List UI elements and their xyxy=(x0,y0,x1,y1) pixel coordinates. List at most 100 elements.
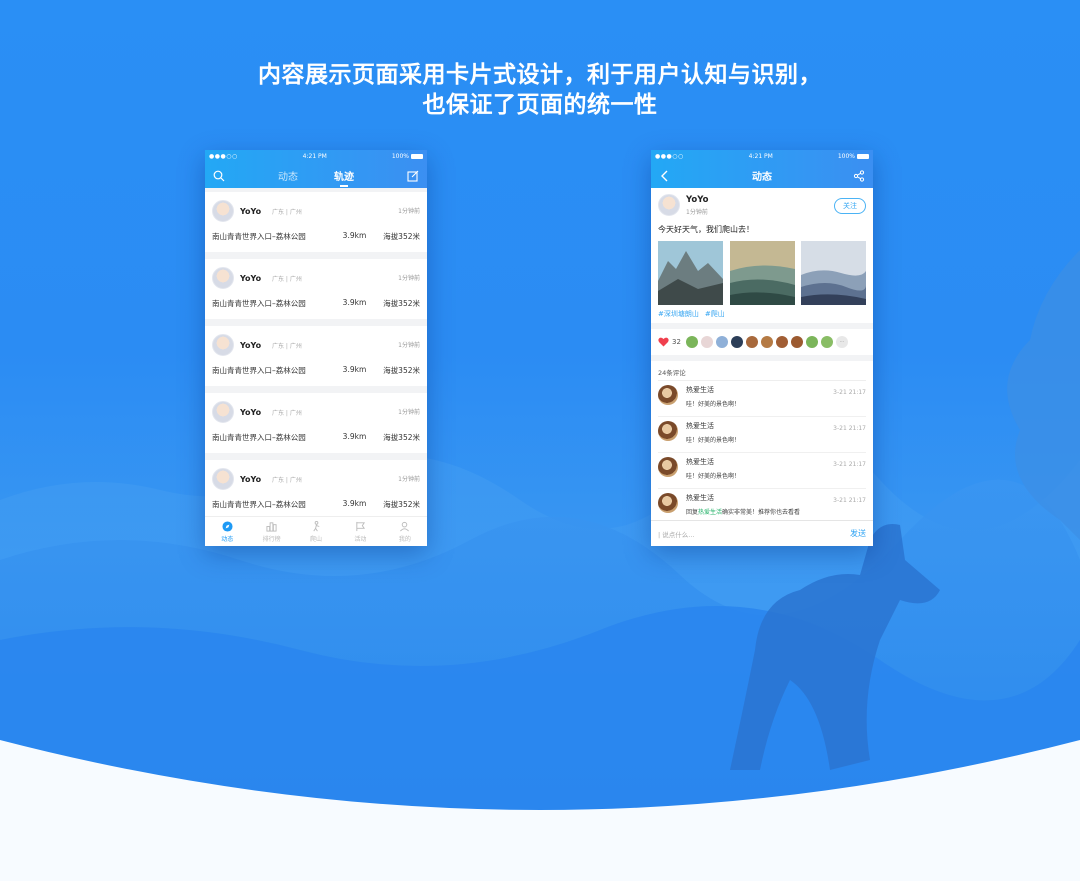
altitude: 海拔352米 xyxy=(383,299,420,308)
liker-avatar[interactable] xyxy=(820,336,833,348)
photo-mountain-1[interactable] xyxy=(658,241,723,305)
avatar[interactable] xyxy=(658,194,680,216)
hiker-icon xyxy=(312,520,319,531)
signal-indicator: ●●●○○ xyxy=(209,153,238,160)
tabbar-label: 爬山 xyxy=(310,535,323,543)
liker-avatar[interactable] xyxy=(730,336,743,348)
follow-button[interactable]: 关注 xyxy=(834,198,866,214)
avatar[interactable] xyxy=(212,267,234,289)
route-name: 南山青青世界入口–荔林公园 xyxy=(212,500,306,509)
status-time: 4:21 PM xyxy=(302,153,327,160)
post-text: 今天好天气，我们爬山去！ xyxy=(658,225,754,234)
send-button[interactable]: 发送 xyxy=(850,528,866,539)
liker-avatar[interactable] xyxy=(775,336,788,348)
page-title: 动态 xyxy=(752,172,772,183)
tabbar-label: 排行榜 xyxy=(262,535,281,543)
comment-count: 24条评论 xyxy=(658,361,866,381)
liker-avatar[interactable] xyxy=(685,336,698,348)
distance: 3.9km xyxy=(342,365,367,374)
liker-avatar[interactable] xyxy=(745,336,758,348)
photo-mountain-3[interactable] xyxy=(801,241,866,305)
tabbar-item-ranking[interactable]: 排行榜 xyxy=(249,517,293,546)
liker-avatar[interactable] xyxy=(760,336,773,348)
comment-date: 3-21 21:17 xyxy=(833,497,866,504)
photo-mountain-2[interactable] xyxy=(729,241,795,305)
tabbar-item-mine[interactable]: 我的 xyxy=(383,517,427,546)
user-name: YoYo xyxy=(686,194,709,205)
commenter-name: 热爱生活 xyxy=(686,422,714,430)
like-count: 32 xyxy=(672,338,681,346)
likes-row: 32 ··· xyxy=(651,329,873,355)
comment-date: 3-21 21:17 xyxy=(833,389,866,396)
comment-item[interactable]: 热爱生活哇！好美的景色啊！ 3-21 21:17 xyxy=(658,417,866,453)
avatar[interactable] xyxy=(658,493,678,513)
status-bar: ●●●○○ 4:21 PM 100% xyxy=(205,150,427,163)
commenter-name: 热爱生活 xyxy=(686,386,714,394)
avatar[interactable] xyxy=(212,334,234,356)
comment-input-bar: | 说点什么... 发送 xyxy=(651,520,873,546)
route-name: 南山青青世界入口–荔林公园 xyxy=(212,433,306,442)
location: 广东 | 广州 xyxy=(272,476,302,484)
comment-date: 3-21 21:17 xyxy=(833,425,866,432)
battery-percent: 100% xyxy=(391,153,409,160)
tab-track[interactable]: 轨迹 xyxy=(334,168,354,187)
tab-dynamic[interactable]: 动态 xyxy=(278,168,298,183)
flag-icon xyxy=(356,521,365,531)
battery-percent: 100% xyxy=(837,153,855,160)
back-icon[interactable] xyxy=(658,169,672,183)
search-icon[interactable] xyxy=(212,169,226,183)
heart-icon[interactable] xyxy=(658,337,669,347)
liker-avatar[interactable] xyxy=(805,336,818,348)
feed-card[interactable]: YoYo 广东 | 广州 1分钟前 南山青青世界入口–荔林公园 3.9km 海拔352… xyxy=(205,326,427,386)
comment-text: 哇！好美的景色啊！ xyxy=(686,437,741,444)
user-name: YoYo xyxy=(240,407,262,417)
tag[interactable]: #深圳塘朗山 xyxy=(658,309,699,319)
post-time: 1分钟前 xyxy=(398,476,420,483)
route-name: 南山青青世界入口–荔林公园 xyxy=(212,299,306,308)
user-name: YoYo xyxy=(240,340,262,350)
reply-mention[interactable]: 热爱生活 xyxy=(698,509,722,516)
tabbar-item-climb[interactable]: 爬山 xyxy=(294,517,338,546)
edit-icon[interactable] xyxy=(406,169,420,183)
status-bar: ●●●○○ 4:21 PM 100% xyxy=(651,150,873,163)
user-name: YoYo xyxy=(240,206,262,216)
ranking-icon xyxy=(266,521,277,532)
feed-card[interactable]: YoYo 广东 | 广州 1分钟前 南山青青世界入口–荔林公园 3.9km 海拔352… xyxy=(205,393,427,453)
post-time: 1分钟前 xyxy=(686,208,708,216)
liker-avatar[interactable] xyxy=(715,336,728,348)
liker-avatar[interactable] xyxy=(790,336,803,348)
tag[interactable]: #爬山 xyxy=(705,309,725,319)
mountain-background xyxy=(0,250,1080,881)
post-time: 1分钟前 xyxy=(398,342,420,349)
feed-card[interactable]: YoYo 广东 | 广州 1分钟前 南山青青世界入口–荔林公园 3.9km 海拔352… xyxy=(205,259,427,319)
tabbar-item-dynamic[interactable]: 动态 xyxy=(205,517,249,546)
altitude: 海拔352米 xyxy=(383,500,420,509)
headline-line-2: 也保证了页面的统一性 xyxy=(422,92,658,118)
headline: 内容展示页面采用卡片式设计，利于用户认知与识别， 也保证了页面的统一性 xyxy=(0,60,1080,120)
more-likers-button[interactable]: ··· xyxy=(835,336,848,348)
location: 广东 | 广州 xyxy=(272,208,302,216)
feed-card[interactable]: YoYo 广东 | 广州 1分钟前 南山青青世界入口–荔林公园 3.9km 海拔352… xyxy=(205,192,427,252)
comment-date: 3-21 21:17 xyxy=(833,461,866,468)
reply-prefix: 回复 xyxy=(686,509,699,516)
feed-card[interactable]: YoYo 广东 | 广州 1分钟前 南山青青世界入口–荔林公园 3.9km 海拔352… xyxy=(205,460,427,520)
comment-input[interactable]: | 说点什么... xyxy=(658,529,694,539)
post-time: 1分钟前 xyxy=(398,208,420,215)
user-name: YoYo xyxy=(240,273,262,283)
tabbar-item-activity[interactable]: 活动 xyxy=(338,517,382,546)
liker-avatar[interactable] xyxy=(700,336,713,348)
battery-indicator: 100% xyxy=(838,153,869,160)
comment-item[interactable]: 热爱生活 哇！好美的景色啊！ 3-21 21:17 xyxy=(658,381,866,417)
avatar[interactable] xyxy=(658,457,678,477)
comment-item[interactable]: 热爱生活 哇！好美的景色啊！ 3-21 21:17 xyxy=(658,453,866,489)
distance: 3.9km xyxy=(342,231,367,240)
avatar[interactable] xyxy=(212,200,234,222)
feed-list: YoYo 广东 | 广州 1分钟前 南山青青世界入口–荔林公园 3.9km 海拔352… xyxy=(205,188,427,520)
avatar[interactable] xyxy=(658,421,678,441)
share-icon[interactable] xyxy=(852,169,866,183)
avatar[interactable] xyxy=(658,385,678,405)
post-time: 1分钟前 xyxy=(398,409,420,416)
avatar[interactable] xyxy=(212,401,234,423)
battery-icon xyxy=(857,154,869,159)
avatar[interactable] xyxy=(212,468,234,490)
